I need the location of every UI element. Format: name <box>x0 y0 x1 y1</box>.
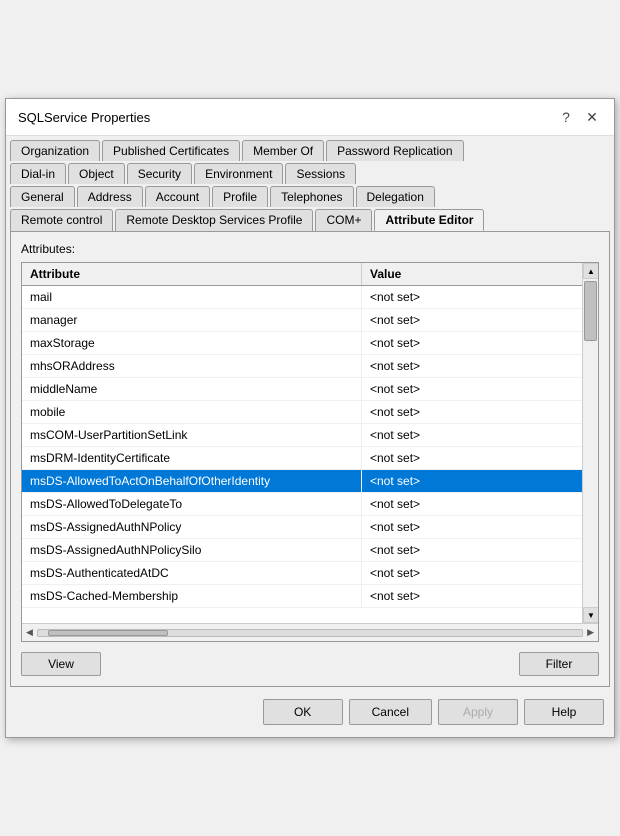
value-cell: <not set> <box>362 470 598 492</box>
scroll-thumb[interactable] <box>584 281 597 341</box>
scroll-up-btn[interactable]: ▲ <box>583 263 599 279</box>
value-cell: <not set> <box>362 355 598 377</box>
bottom-buttons: OK Cancel Apply Help <box>6 691 614 737</box>
tab-general[interactable]: General <box>10 186 75 207</box>
value-cell: <not set> <box>362 424 598 446</box>
value-cell: <not set> <box>362 493 598 515</box>
table-row[interactable]: msDS-AllowedToActOnBehalfOfOtherIdentity… <box>22 470 598 493</box>
attribute-cell: mhsORAddress <box>22 355 362 377</box>
content-area: Attributes: Attribute Value mail<not set… <box>10 231 610 687</box>
tab-row-3: General Address Account Profile Telephon… <box>10 186 610 207</box>
table-row[interactable]: maxStorage<not set> <box>22 332 598 355</box>
table-row[interactable]: msDS-AuthenticatedAtDC<not set> <box>22 562 598 585</box>
table-row[interactable]: mail<not set> <box>22 286 598 309</box>
tab-address[interactable]: Address <box>77 186 143 207</box>
dialog-window: SQLService Properties ? ✕ Organization P… <box>5 98 615 738</box>
tab-remote-control[interactable]: Remote control <box>10 209 113 231</box>
attributes-label: Attributes: <box>21 242 599 256</box>
value-cell: <not set> <box>362 562 598 584</box>
table-body[interactable]: mail<not set>manager<not set>maxStorage<… <box>22 286 598 641</box>
window-title: SQLService Properties <box>18 110 150 125</box>
table-row[interactable]: msDS-AssignedAuthNPolicy<not set> <box>22 516 598 539</box>
tab-row-2: Dial-in Object Security Environment Sess… <box>10 163 610 184</box>
attribute-cell: msDS-AssignedAuthNPolicy <box>22 516 362 538</box>
tab-object[interactable]: Object <box>68 163 125 184</box>
attribute-cell: mail <box>22 286 362 308</box>
attribute-cell: msDS-AssignedAuthNPolicySilo <box>22 539 362 561</box>
table-header: Attribute Value <box>22 263 598 286</box>
table-row[interactable]: mobile<not set> <box>22 401 598 424</box>
tab-telephones[interactable]: Telephones <box>270 186 353 207</box>
tabs-container: Organization Published Certificates Memb… <box>6 136 614 231</box>
table-row[interactable]: msDRM-IdentityCertificate<not set> <box>22 447 598 470</box>
tab-security[interactable]: Security <box>127 163 192 184</box>
value-cell: <not set> <box>362 447 598 469</box>
view-button[interactable]: View <box>21 652 101 676</box>
attribute-cell: maxStorage <box>22 332 362 354</box>
value-cell: <not set> <box>362 309 598 331</box>
table-row[interactable]: mhsORAddress<not set> <box>22 355 598 378</box>
title-bar: SQLService Properties ? ✕ <box>6 99 614 136</box>
tab-row-1: Organization Published Certificates Memb… <box>10 140 610 161</box>
tab-member-of[interactable]: Member Of <box>242 140 324 161</box>
filter-button[interactable]: Filter <box>519 652 599 676</box>
attribute-cell: msCOM-UserPartitionSetLink <box>22 424 362 446</box>
attributes-table: Attribute Value mail<not set>manager<not… <box>21 262 599 642</box>
scroll-down-btn[interactable]: ▼ <box>583 607 599 623</box>
attribute-cell: mobile <box>22 401 362 423</box>
attribute-cell: msDS-AuthenticatedAtDC <box>22 562 362 584</box>
tab-remote-desktop-services-profile[interactable]: Remote Desktop Services Profile <box>115 209 313 231</box>
attribute-cell: manager <box>22 309 362 331</box>
table-row[interactable]: msCOM-UserPartitionSetLink<not set> <box>22 424 598 447</box>
h-scroll-track[interactable] <box>37 629 583 637</box>
tab-delegation[interactable]: Delegation <box>356 186 435 207</box>
col-header-attribute: Attribute <box>22 263 362 285</box>
tab-profile[interactable]: Profile <box>212 186 268 207</box>
table-row[interactable]: middleName<not set> <box>22 378 598 401</box>
vertical-scrollbar[interactable]: ▲ ▼ <box>582 263 598 623</box>
help-button[interactable]: ? <box>556 107 576 127</box>
attribute-cell: middleName <box>22 378 362 400</box>
tab-row-4: Remote control Remote Desktop Services P… <box>10 209 610 231</box>
attribute-cell: msDS-Cached-Membership <box>22 585 362 607</box>
attribute-cell: msDRM-IdentityCertificate <box>22 447 362 469</box>
tab-environment[interactable]: Environment <box>194 163 283 184</box>
tab-organization[interactable]: Organization <box>10 140 100 161</box>
apply-button[interactable]: Apply <box>438 699 518 725</box>
cancel-button[interactable]: Cancel <box>349 699 432 725</box>
value-cell: <not set> <box>362 539 598 561</box>
close-button[interactable]: ✕ <box>582 107 602 127</box>
tab-attribute-editor[interactable]: Attribute Editor <box>374 209 484 231</box>
value-cell: <not set> <box>362 286 598 308</box>
tab-com-plus[interactable]: COM+ <box>315 209 372 231</box>
tab-sessions[interactable]: Sessions <box>285 163 356 184</box>
scroll-track[interactable] <box>583 279 598 607</box>
attribute-cell: msDS-AllowedToActOnBehalfOfOtherIdentity <box>22 470 362 492</box>
scroll-right-btn[interactable]: ▶ <box>587 627 594 638</box>
value-cell: <not set> <box>362 332 598 354</box>
help-dialog-button[interactable]: Help <box>524 699 604 725</box>
value-cell: <not set> <box>362 585 598 607</box>
table-row[interactable]: msDS-AllowedToDelegateTo<not set> <box>22 493 598 516</box>
title-bar-controls: ? ✕ <box>556 107 602 127</box>
table-row[interactable]: msDS-AssignedAuthNPolicySilo<not set> <box>22 539 598 562</box>
horizontal-scrollbar[interactable]: ◀ ▶ <box>22 623 598 641</box>
scroll-left-btn[interactable]: ◀ <box>26 627 33 638</box>
tab-published-certificates[interactable]: Published Certificates <box>102 140 240 161</box>
tab-account[interactable]: Account <box>145 186 210 207</box>
ok-button[interactable]: OK <box>263 699 343 725</box>
table-row[interactable]: msDS-Cached-Membership<not set> <box>22 585 598 608</box>
table-row[interactable]: manager<not set> <box>22 309 598 332</box>
tab-dial-in[interactable]: Dial-in <box>10 163 66 184</box>
tab-password-replication[interactable]: Password Replication <box>326 140 463 161</box>
value-cell: <not set> <box>362 401 598 423</box>
col-header-value: Value <box>362 263 598 285</box>
value-cell: <not set> <box>362 516 598 538</box>
h-scroll-thumb[interactable] <box>48 630 168 636</box>
value-cell: <not set> <box>362 378 598 400</box>
attribute-cell: msDS-AllowedToDelegateTo <box>22 493 362 515</box>
table-action-buttons: View Filter <box>21 652 599 676</box>
